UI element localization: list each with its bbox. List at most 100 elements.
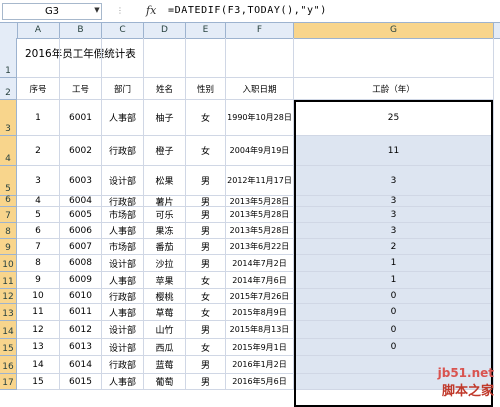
cell-gender[interactable]: 男 (186, 196, 226, 208)
cell-name[interactable]: 西瓜 (144, 339, 186, 356)
cell-gender[interactable]: 男 (186, 239, 226, 255)
cell-seq[interactable]: 8 (17, 255, 60, 272)
header-cell-gender[interactable]: 性别 (186, 78, 226, 100)
cell-name[interactable]: 葡萄 (144, 374, 186, 390)
cell-seq[interactable]: 7 (17, 239, 60, 255)
cell-emp-id[interactable]: 6008 (60, 255, 102, 272)
cell-hire-date[interactable]: 2004年9月19日 (226, 136, 294, 166)
cell-emp-id[interactable]: 6005 (60, 207, 102, 223)
cell-dept[interactable]: 行政部 (102, 196, 144, 208)
cell-seniority[interactable]: 3 (294, 223, 494, 239)
cell-seq[interactable]: 3 (17, 166, 60, 196)
header-cell-emp-id[interactable]: 工号 (60, 78, 102, 100)
title-row-cell[interactable] (102, 38, 144, 78)
cell-gender[interactable]: 男 (186, 374, 226, 390)
row-header-10[interactable]: 10 (0, 255, 17, 272)
cell-name[interactable]: 薯片 (144, 196, 186, 208)
cell-seniority[interactable]: 11 (294, 136, 494, 166)
cell-seniority[interactable]: 2 (294, 239, 494, 255)
cell-dept[interactable]: 行政部 (102, 356, 144, 374)
cell-hire-date[interactable]: 2014年7月6日 (226, 272, 294, 289)
cell-name[interactable]: 樱桃 (144, 289, 186, 304)
cell-seniority[interactable]: 0 (294, 321, 494, 339)
cell-emp-id[interactable]: 6003 (60, 166, 102, 196)
cell-emp-id[interactable]: 6004 (60, 196, 102, 207)
cell-emp-id[interactable]: 6010 (60, 289, 102, 304)
column-header-g[interactable]: G (294, 23, 494, 38)
cell-gender[interactable]: 女 (186, 272, 226, 289)
cell-dept[interactable]: 人事部 (102, 272, 144, 289)
cell-seq[interactable]: 6 (17, 223, 60, 239)
cell-name[interactable]: 橙子 (144, 136, 186, 166)
name-box-dropdown-icon[interactable]: ▼ (92, 3, 102, 18)
header-cell-dept[interactable]: 部门 (102, 78, 144, 100)
cell-dept[interactable]: 人事部 (102, 223, 144, 239)
cell-gender[interactable]: 男 (186, 356, 226, 374)
header-cell-seq[interactable]: 序号 (17, 78, 60, 100)
cell-hire-date[interactable]: 2012年11月17日 (226, 166, 294, 196)
cell-hire-date[interactable]: 2016年5月6日 (226, 374, 294, 390)
cell-hire-date[interactable]: 2014年7月2日 (226, 255, 294, 272)
cell-name[interactable]: 可乐 (144, 207, 186, 223)
cell-seq[interactable]: 5 (17, 207, 60, 223)
column-header-f[interactable]: F (226, 23, 294, 38)
cell-emp-id[interactable]: 6007 (60, 239, 102, 255)
cell-seq[interactable]: 9 (17, 272, 60, 289)
row-header-1[interactable]: 1 (0, 38, 17, 78)
cell-hire-date[interactable]: 2015年8月13日 (226, 321, 294, 339)
cell-seq[interactable]: 4 (17, 196, 60, 207)
cell-dept[interactable]: 设计部 (102, 321, 144, 339)
cell-name[interactable]: 蓝莓 (144, 356, 186, 374)
cell-gender[interactable]: 男 (186, 223, 226, 239)
cell-seniority[interactable]: 1 (294, 255, 494, 272)
cell-name[interactable]: 果冻 (144, 223, 186, 239)
cell-emp-id[interactable]: 6006 (60, 223, 102, 239)
cell-emp-id[interactable]: 6013 (60, 339, 102, 356)
cell-seniority[interactable]: 0 (294, 339, 494, 356)
cell-gender[interactable]: 男 (186, 207, 226, 223)
cell-seq[interactable]: 1 (17, 100, 60, 136)
cell-seq[interactable]: 11 (17, 304, 60, 321)
row-header-4[interactable]: 4 (0, 136, 17, 166)
insert-function-icon[interactable]: fx (146, 3, 160, 18)
cell-name[interactable]: 番茄 (144, 239, 186, 255)
row-header-12[interactable]: 12 (0, 289, 17, 304)
cell-name[interactable]: 松果 (144, 166, 186, 196)
cell-emp-id[interactable]: 6014 (60, 356, 102, 374)
cell-name[interactable]: 苹果 (144, 272, 186, 289)
cell-dept[interactable]: 设计部 (102, 255, 144, 272)
cell-emp-id[interactable]: 6009 (60, 272, 102, 289)
cell-seniority[interactable]: 25 (294, 100, 494, 136)
row-header-5[interactable]: 5 (0, 166, 17, 196)
cell-dept[interactable]: 市场部 (102, 239, 144, 255)
cell-seq[interactable]: 13 (17, 339, 60, 356)
cell-hire-date[interactable]: 1990年10月28日 (226, 100, 294, 136)
column-header-e[interactable]: E (186, 23, 226, 38)
title-row-cell[interactable] (17, 38, 60, 78)
header-cell-hire-date[interactable]: 入职日期 (226, 78, 294, 100)
cell-dept[interactable]: 人事部 (102, 304, 144, 321)
row-header-3[interactable]: 3 (0, 100, 17, 136)
cell-gender[interactable]: 男 (186, 166, 226, 196)
cell-hire-date[interactable]: 2013年5月28日 (226, 223, 294, 239)
cell-gender[interactable]: 男 (186, 321, 226, 339)
cell-seq[interactable]: 14 (17, 356, 60, 374)
cell-gender[interactable]: 女 (186, 136, 226, 166)
cell-dept[interactable]: 市场部 (102, 207, 144, 223)
cell-name[interactable]: 沙拉 (144, 255, 186, 272)
cell-seniority[interactable]: 3 (294, 196, 494, 207)
cell-hire-date[interactable]: 2013年5月28日 (226, 196, 294, 207)
cell-gender[interactable]: 女 (186, 339, 226, 356)
cell-name[interactable]: 草莓 (144, 304, 186, 321)
cell-dept[interactable]: 行政部 (102, 289, 144, 304)
row-header-13[interactable]: 13 (0, 304, 17, 321)
cell-emp-id[interactable]: 6001 (60, 100, 102, 136)
cell-seq[interactable]: 10 (17, 289, 60, 304)
cell-hire-date[interactable]: 2013年6月22日 (226, 239, 294, 255)
cell-seq[interactable]: 15 (17, 374, 60, 390)
select-all-corner[interactable] (0, 23, 18, 38)
cell-name[interactable]: 山竹 (144, 321, 186, 339)
title-row-cell[interactable] (186, 38, 226, 78)
formula-input[interactable]: =DATEDIF(F3,TODAY(),"y") (168, 3, 327, 18)
title-row-cell[interactable] (60, 38, 102, 78)
